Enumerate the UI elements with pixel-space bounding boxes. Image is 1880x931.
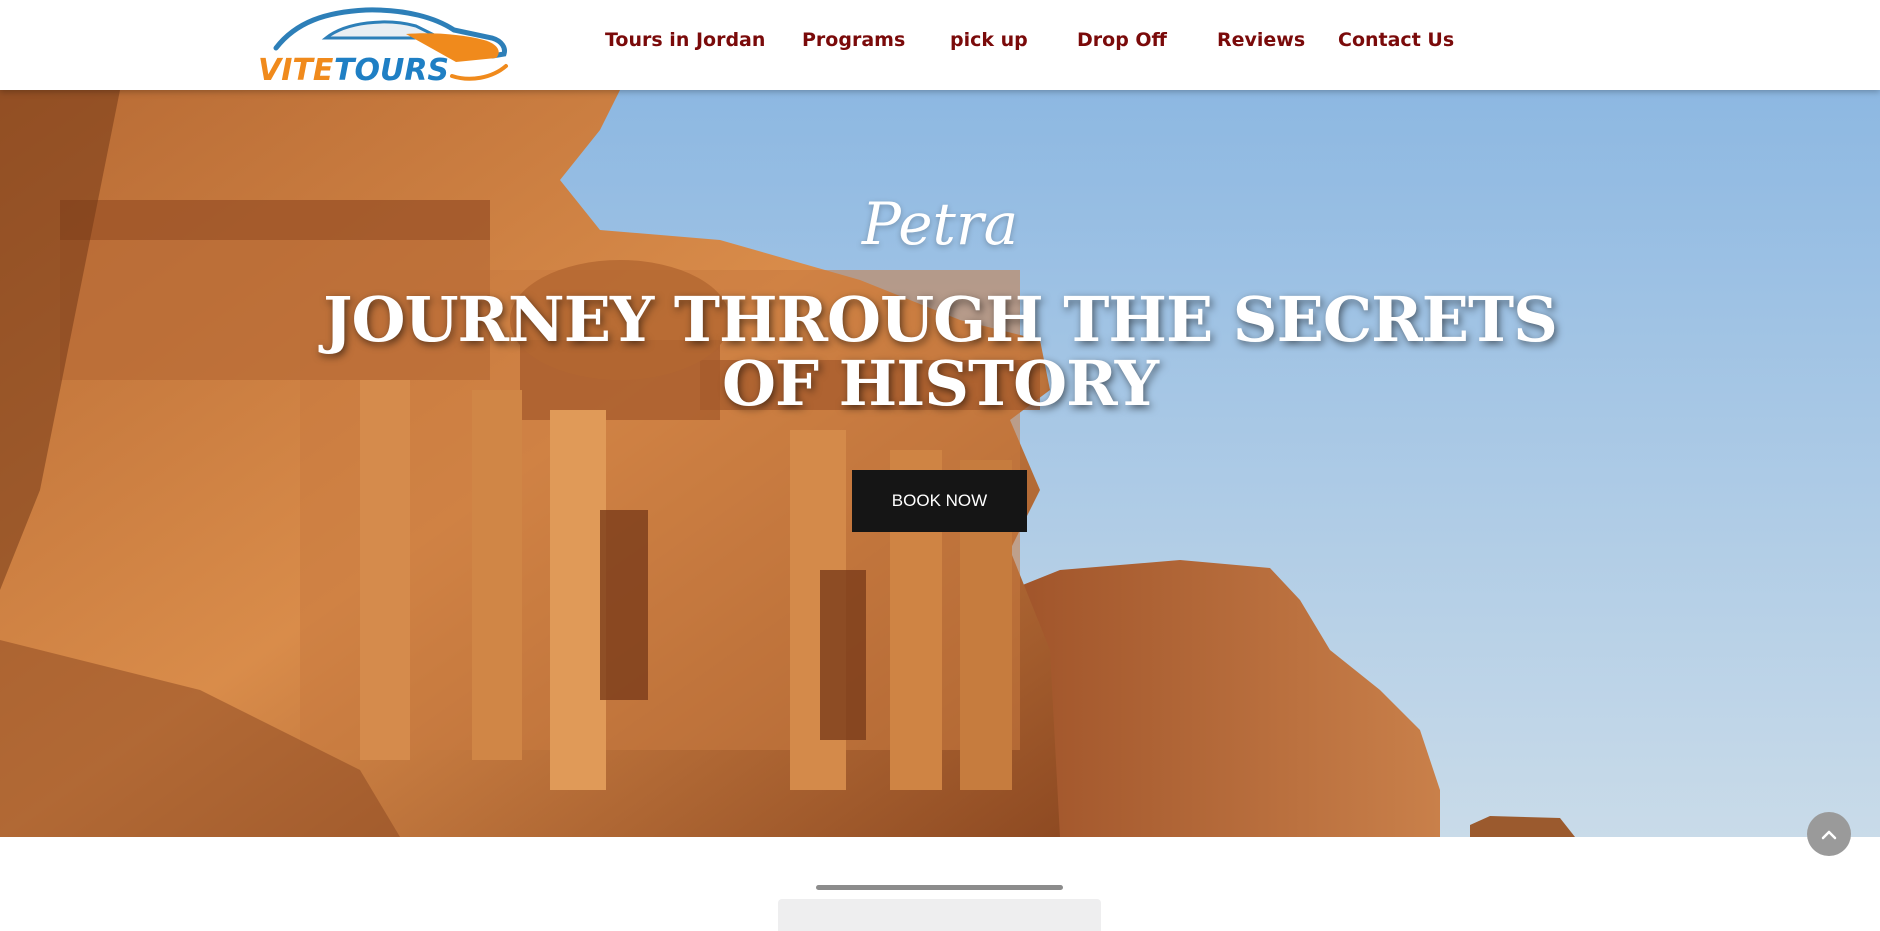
site-header: VITE TOURS Tours in Jordan Programs pick…: [0, 0, 1880, 90]
nav-pick-up[interactable]: pick up: [950, 29, 1028, 51]
chevron-up-icon: [1821, 830, 1837, 840]
nav-tours-in-jordan[interactable]: Tours in Jordan: [605, 29, 765, 51]
svg-text:VITE: VITE: [258, 53, 334, 86]
car-logo-icon: VITE TOURS: [258, 7, 508, 86]
content-card: [778, 899, 1101, 931]
nav-programs[interactable]: Programs: [802, 29, 905, 51]
nav-contact-us[interactable]: Contact Us: [1338, 29, 1454, 51]
vite-tours-logo[interactable]: VITE TOURS: [256, 4, 512, 86]
nav-drop-off[interactable]: Drop Off: [1077, 29, 1167, 51]
hero-title: JOURNEY THROUGH THE SECRETS OF HISTORY: [323, 283, 1558, 420]
book-now-button[interactable]: BOOK NOW: [852, 470, 1027, 532]
hero-subtitle: Petra: [861, 190, 1019, 258]
nav-reviews[interactable]: Reviews: [1217, 29, 1305, 51]
svg-text:TOURS: TOURS: [334, 53, 449, 86]
section-divider: [816, 885, 1063, 890]
scroll-to-top-button[interactable]: [1807, 812, 1851, 856]
content-section: [0, 837, 1880, 931]
hero-banner: Petra JOURNEY THROUGH THE SECRETS OF HIS…: [0, 90, 1880, 837]
